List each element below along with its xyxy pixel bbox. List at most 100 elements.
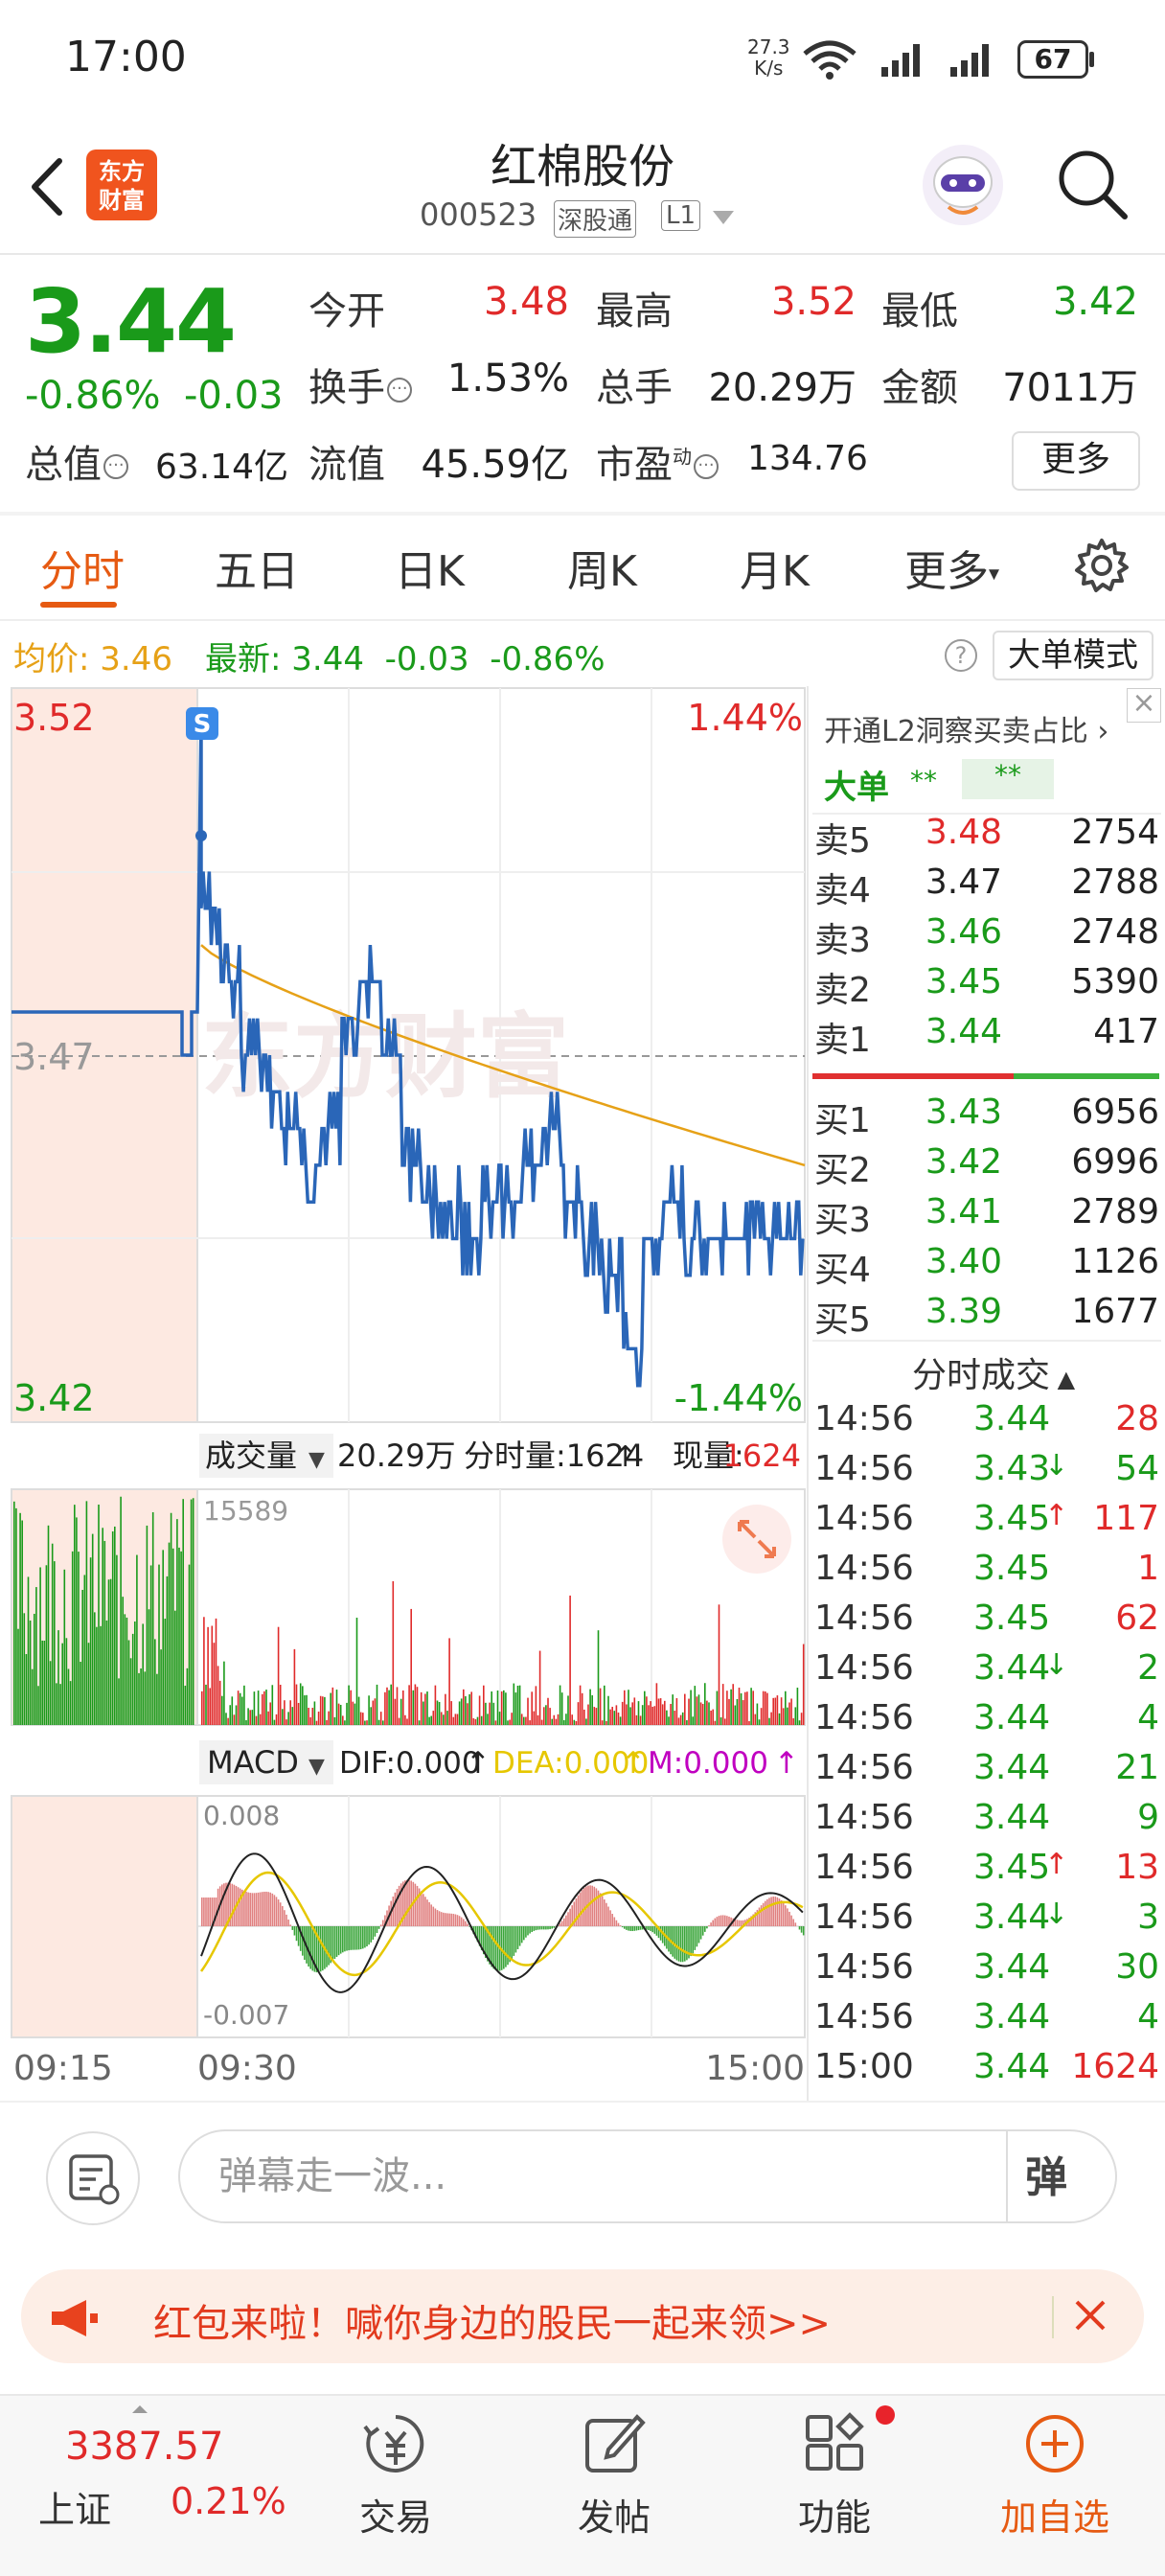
tab-intraday[interactable]: 分时 <box>40 537 125 598</box>
info-icon[interactable]: ··· <box>103 454 128 479</box>
more-quote-button[interactable]: 更多 <box>1012 431 1140 491</box>
index-value[interactable]: 3387.57 <box>65 2425 223 2469</box>
trade-time: 14:56 <box>814 1549 914 1588</box>
index-pct[interactable]: 0.21% <box>171 2480 286 2522</box>
level-tag[interactable]: L1 <box>661 200 701 231</box>
tab-more[interactable]: 更多▾ <box>904 537 999 598</box>
volume-bar <box>370 1707 372 1725</box>
order-book-row[interactable]: 卖1 3.44 417 <box>814 1012 1159 1062</box>
volume-bar <box>414 1684 417 1725</box>
volume-bar <box>291 1707 294 1725</box>
info-icon[interactable]: ··· <box>694 454 719 479</box>
level-dropdown-icon[interactable] <box>713 211 734 224</box>
volume-bar <box>474 1718 477 1725</box>
macd-selector[interactable]: MACD <box>207 1744 299 1781</box>
volume-bar <box>322 1696 324 1725</box>
danmu-settings-button[interactable] <box>46 2131 140 2225</box>
volume-bar <box>563 1719 565 1725</box>
trade-row: 14:56 3.45 ↑ 117 <box>814 1499 1161 1549</box>
volume-bar <box>585 1718 587 1725</box>
volume-bar <box>184 1685 187 1725</box>
macd-bar <box>533 1926 536 1931</box>
market-cap-label-text: 总值 <box>25 443 102 487</box>
macd-bar <box>333 1926 336 1960</box>
info-icon[interactable]: ··· <box>387 378 412 402</box>
nav-post[interactable]: 发帖 <box>542 2400 686 2541</box>
volume-bar <box>247 1708 249 1725</box>
volume-bar <box>430 1715 432 1725</box>
macd-bar <box>231 1883 234 1926</box>
order-price: 3.39 <box>925 1292 1002 1331</box>
volume-bar <box>785 1690 787 1725</box>
order-level-label: 买4 <box>814 1251 871 1290</box>
trade-price: 3.44 <box>973 1898 1051 1937</box>
volume-bar <box>354 1703 356 1725</box>
macd-bar <box>738 1920 741 1926</box>
volume-bar <box>386 1687 388 1725</box>
order-book-row[interactable]: 买2 3.42 6996 <box>814 1142 1159 1192</box>
nav-trade[interactable]: 交易 <box>324 2400 468 2541</box>
order-book-row[interactable]: 卖4 3.47 2788 <box>814 862 1159 912</box>
market-cap-label: 总值 ··· <box>25 433 128 489</box>
volume-bar <box>120 1496 122 1725</box>
macd-bar <box>617 1922 620 1926</box>
macd-bar <box>589 1885 591 1926</box>
pe-label-text: 市盈 <box>596 443 673 487</box>
close-icon[interactable] <box>1067 2292 1113 2338</box>
close-icon[interactable]: × <box>1127 688 1161 723</box>
trade-time: 14:56 <box>814 1499 914 1538</box>
intraday-chart[interactable]: 东方财富 S 3.52 3.47 3.42 1.44% -1.44% 成交量 ▼… <box>0 686 807 2095</box>
tab-five-day[interactable]: 五日 <box>215 537 299 598</box>
pe-sup: 动 <box>673 445 692 469</box>
macd-bar <box>282 1905 284 1926</box>
macd-bar <box>205 1898 207 1926</box>
volume-bar <box>129 1658 132 1725</box>
macd-bar <box>624 1926 626 1929</box>
volume-bar <box>778 1713 781 1725</box>
order-book-row[interactable]: 卖2 3.45 5390 <box>814 962 1159 1012</box>
order-book-row[interactable]: 买5 3.39 1677 <box>814 1292 1159 1342</box>
danmu-toggle-button[interactable]: 弹 <box>1025 2143 1067 2204</box>
promo-text[interactable]: 红包来啦！喊你身边的股民一起来领>> <box>153 2292 831 2348</box>
robot-assistant-icon[interactable] <box>920 142 1006 228</box>
volume-bar <box>583 1709 585 1725</box>
order-book-row[interactable]: 买4 3.40 1126 <box>814 1242 1159 1292</box>
order-book-row[interactable]: 卖3 3.46 2748 <box>814 912 1159 962</box>
expand-button[interactable] <box>722 1505 791 1574</box>
volume-bar <box>653 1706 656 1725</box>
volume-bar <box>527 1697 529 1725</box>
amount-value: 7011万 <box>1002 366 1138 410</box>
tab-monthly-k[interactable]: 月K <box>740 537 810 598</box>
macd-bar <box>579 1892 582 1926</box>
macd-bar <box>772 1896 774 1926</box>
macd-bar <box>785 1905 787 1926</box>
volume-bar <box>295 1684 298 1725</box>
volume-bar <box>765 1691 766 1725</box>
order-level-label: 卖4 <box>814 871 871 910</box>
index-name[interactable]: 上证 <box>38 2480 111 2533</box>
volume-bar <box>496 1690 499 1725</box>
danmu-input[interactable]: 弹幕走一波... <box>178 2129 1117 2223</box>
search-icon[interactable] <box>1054 146 1131 222</box>
nav-add-watchlist[interactable]: 加自选 <box>983 2400 1127 2541</box>
tab-weekly-k[interactable]: 周K <box>567 537 637 598</box>
order-book-row[interactable]: 卖5 3.48 2754 <box>814 813 1159 862</box>
macd-bar <box>249 1893 251 1926</box>
order-book-row[interactable]: 买1 3.43 6956 <box>814 1092 1159 1142</box>
order-book-row[interactable]: 买3 3.41 2789 <box>814 1192 1159 1242</box>
tab-daily-k[interactable]: 日K <box>395 537 465 598</box>
volume-now: 1624 <box>723 1438 801 1474</box>
divider <box>812 1340 1161 1342</box>
help-icon[interactable]: ? <box>945 639 977 672</box>
volume-bar <box>553 1714 556 1725</box>
volume-bar <box>538 1650 541 1725</box>
big-order-mode-button[interactable]: 大单模式 <box>993 631 1154 680</box>
settings-icon[interactable] <box>1073 537 1131 594</box>
macd-bar <box>549 1926 551 1930</box>
trades-title[interactable]: 分时成交 ▲ <box>912 1347 1075 1397</box>
volume-bar <box>309 1716 311 1725</box>
volume-bar <box>436 1700 439 1725</box>
volume-bar <box>659 1698 662 1725</box>
volume-selector[interactable]: 成交量 <box>205 1438 297 1474</box>
l2-banner[interactable]: 开通L2洞察买卖占比 › <box>824 707 1108 749</box>
